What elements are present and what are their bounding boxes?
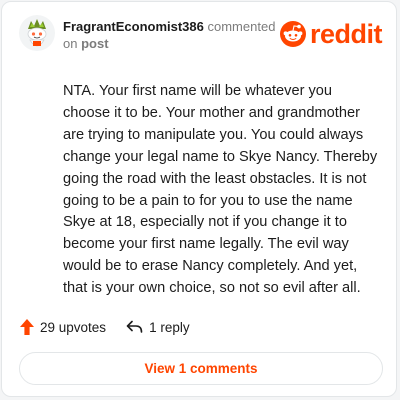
reply-arrow-icon <box>126 320 143 333</box>
reddit-wordmark: reddit <box>310 19 383 49</box>
reddit-logo[interactable]: reddit <box>280 19 383 49</box>
upvote-arrow-icon[interactable] <box>20 319 34 335</box>
commented-text: commented <box>207 19 276 34</box>
comment-body: NTA. Your first name will be whatever yo… <box>63 83 378 297</box>
username-link[interactable]: FragrantEconomist386 <box>63 19 204 34</box>
reply-button[interactable]: 1 reply <box>126 320 190 335</box>
avatar[interactable] <box>19 15 55 51</box>
upvote-button[interactable]: 29 upvotes <box>20 319 106 335</box>
comment-actions: 29 upvotes 1 reply <box>20 319 190 335</box>
on-text: on <box>63 36 78 51</box>
snoo-avatar-icon <box>27 19 47 47</box>
view-comments-label: View 1 comments <box>144 361 258 376</box>
comment-card: FragrantEconomist386 commented on post r… <box>1 1 397 397</box>
comment-header: FragrantEconomist386 commented on post <box>63 18 278 52</box>
upvote-count: 29 upvotes <box>40 319 107 335</box>
view-comments-button[interactable]: View 1 comments <box>19 352 383 385</box>
reply-count: 1 reply <box>149 319 190 335</box>
reddit-snoo-icon <box>280 21 306 47</box>
post-link[interactable]: post <box>81 36 108 51</box>
